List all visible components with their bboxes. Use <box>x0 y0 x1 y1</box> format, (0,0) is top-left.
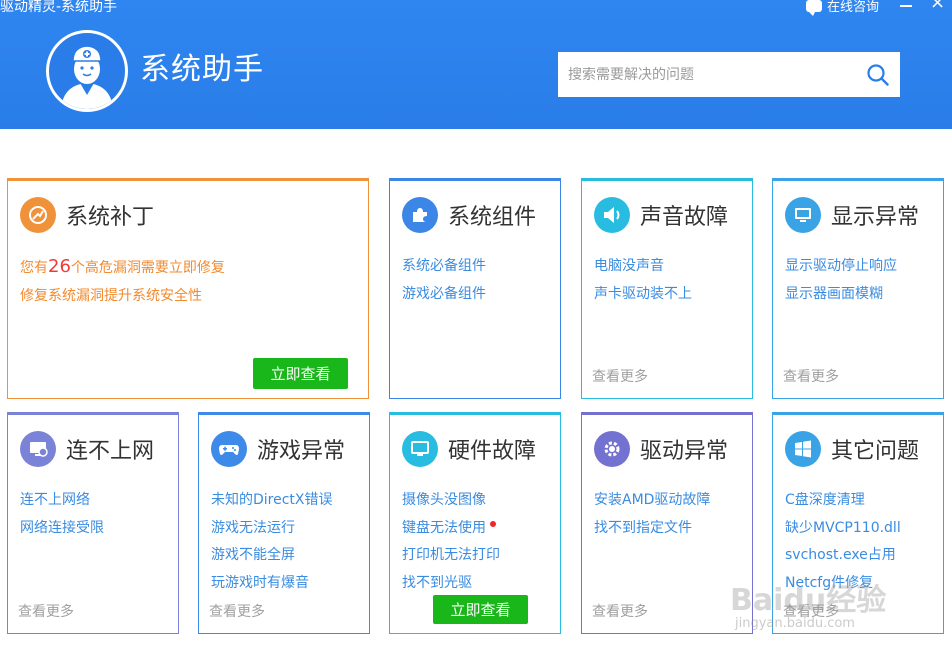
link-item[interactable]: 找不到指定文件 <box>594 515 710 543</box>
vulnerability-count: 26 <box>48 256 71 277</box>
card-header: 显示异常 <box>785 197 919 233</box>
card-system-components[interactable]: 系统组件 系统必备组件 游戏必备组件 <box>389 178 561 399</box>
app-name: 系统助手 <box>140 52 264 87</box>
link-item[interactable]: svchost.exe占用 <box>785 542 901 570</box>
card-title: 其它问题 <box>831 439 920 464</box>
doctor-avatar <box>46 30 128 112</box>
link-item[interactable]: 缺少MVCP110.dll <box>785 515 901 543</box>
card-display[interactable]: 显示异常 显示驱动停止响应 显示器画面模糊 查看更多 <box>772 178 944 399</box>
card-header: 系统组件 <box>402 197 536 233</box>
link-item[interactable]: 未知的DirectX错误 <box>211 487 333 515</box>
card-title: 显示异常 <box>831 205 920 230</box>
link-item[interactable]: 连不上网络 <box>20 487 104 515</box>
card-header: 硬件故障 <box>402 431 536 467</box>
card-header: 驱动异常 <box>594 431 728 467</box>
network-monitor-icon <box>20 431 56 467</box>
see-more-link[interactable]: 查看更多 <box>783 366 839 386</box>
window-title: 驱动精灵-系统助手 <box>0 0 118 15</box>
link-item[interactable]: 系统必备组件 <box>402 253 486 281</box>
card-header: 其它问题 <box>785 431 919 467</box>
link-item[interactable]: 声卡驱动装不上 <box>594 281 692 309</box>
search-box <box>558 52 900 97</box>
minimize-button[interactable] <box>900 5 912 7</box>
card-network[interactable]: 连不上网 连不上网络 网络连接受限 查看更多 <box>7 412 179 634</box>
card-links: 未知的DirectX错误 游戏无法运行 游戏不能全屏 玩游戏时有爆音 <box>211 487 333 597</box>
link-item[interactable]: 摄像头没图像 <box>402 487 500 515</box>
puzzle-icon <box>402 197 438 233</box>
card-title: 系统组件 <box>448 205 537 230</box>
patch-suffix: 个高危漏洞需要立即修复 <box>70 260 225 276</box>
chat-bubble-icon <box>806 0 822 16</box>
card-driver[interactable]: 驱动异常 安装AMD驱动故障 找不到指定文件 查看更多 <box>581 412 753 634</box>
monitor-icon <box>785 197 821 233</box>
patch-info: 您有26个高危漏洞需要立即修复 修复系统漏洞提升系统安全性 <box>20 253 225 310</box>
link-item[interactable]: 游戏必备组件 <box>402 281 486 309</box>
baidu-watermark: Baidu经验 <box>730 583 887 618</box>
card-header: 声音故障 <box>594 197 728 233</box>
link-item[interactable]: 显示器画面模糊 <box>785 281 897 309</box>
link-item[interactable]: 安装AMD驱动故障 <box>594 487 710 515</box>
card-game[interactable]: 游戏异常 未知的DirectX错误 游戏无法运行 游戏不能全屏 玩游戏时有爆音 … <box>198 412 370 634</box>
gamepad-icon <box>211 431 247 467</box>
card-links: 摄像头没图像 键盘无法使用 打印机无法打印 找不到光驱 <box>402 487 500 597</box>
see-more-link[interactable]: 查看更多 <box>209 601 265 621</box>
card-header: 系统补丁 <box>20 197 154 233</box>
card-title: 游戏异常 <box>257 439 346 464</box>
link-item[interactable]: 找不到光驱 <box>402 570 500 598</box>
baidu-watermark-url: jingyan.baidu.com <box>735 616 855 631</box>
card-sound[interactable]: 声音故障 电脑没声音 声卡驱动装不上 查看更多 <box>581 178 753 399</box>
patch-warning-line[interactable]: 您有26个高危漏洞需要立即修复 <box>20 253 225 283</box>
patch-view-now-button[interactable]: 立即查看 <box>253 358 348 389</box>
link-item[interactable]: 游戏无法运行 <box>211 515 333 543</box>
patch-shield-icon <box>20 197 56 233</box>
card-header: 连不上网 <box>20 431 154 467</box>
see-more-link[interactable]: 查看更多 <box>18 601 74 621</box>
link-item[interactable]: 玩游戏时有爆音 <box>211 570 333 598</box>
link-item[interactable]: 网络连接受限 <box>20 515 104 543</box>
link-item[interactable]: 电脑没声音 <box>594 253 692 281</box>
doctor-icon <box>51 35 123 109</box>
gear-icon <box>594 431 630 467</box>
card-title: 系统补丁 <box>66 205 155 230</box>
hardware-view-now-button[interactable]: 立即查看 <box>433 595 528 624</box>
card-hardware[interactable]: 硬件故障 摄像头没图像 键盘无法使用 打印机无法打印 找不到光驱 立即查看 <box>389 412 561 634</box>
link-label: 键盘无法使用 <box>402 519 486 536</box>
online-consult-link[interactable]: 在线咨询 <box>806 0 880 16</box>
link-item[interactable]: C盘深度清理 <box>785 487 901 515</box>
card-links: 系统必备组件 游戏必备组件 <box>402 253 486 308</box>
card-title: 连不上网 <box>66 439 155 464</box>
card-title: 硬件故障 <box>448 439 537 464</box>
link-item[interactable]: 游戏不能全屏 <box>211 542 333 570</box>
windows-icon <box>785 431 821 467</box>
notification-dot-icon <box>490 520 496 527</box>
patch-advice-line[interactable]: 修复系统漏洞提升系统安全性 <box>20 283 225 311</box>
card-header: 游戏异常 <box>211 431 345 467</box>
card-links: 安装AMD驱动故障 找不到指定文件 <box>594 487 710 542</box>
link-item[interactable]: 打印机无法打印 <box>402 542 500 570</box>
speaker-icon <box>594 197 630 233</box>
card-links: 连不上网络 网络连接受限 <box>20 487 104 542</box>
online-consult-label: 在线咨询 <box>827 0 880 15</box>
card-links: 电脑没声音 声卡驱动装不上 <box>594 253 692 308</box>
link-item-keyboard[interactable]: 键盘无法使用 <box>402 515 500 543</box>
card-title: 声音故障 <box>640 205 729 230</box>
link-item[interactable]: 显示驱动停止响应 <box>785 253 897 281</box>
card-system-patch[interactable]: 系统补丁 您有26个高危漏洞需要立即修复 修复系统漏洞提升系统安全性 立即查看 <box>7 178 369 399</box>
see-more-link[interactable]: 查看更多 <box>592 601 648 621</box>
close-button[interactable]: × <box>930 0 945 12</box>
patch-prefix: 您有 <box>20 260 48 276</box>
card-title: 驱动异常 <box>640 439 729 464</box>
search-input[interactable] <box>558 52 858 97</box>
see-more-link[interactable]: 查看更多 <box>592 366 648 386</box>
card-links: 显示驱动停止响应 显示器画面模糊 <box>785 253 897 308</box>
header-bar: 驱动精灵-系统助手 在线咨询 × 系统助手 <box>0 0 952 129</box>
search-icon[interactable] <box>866 63 890 87</box>
screen-icon <box>402 431 438 467</box>
